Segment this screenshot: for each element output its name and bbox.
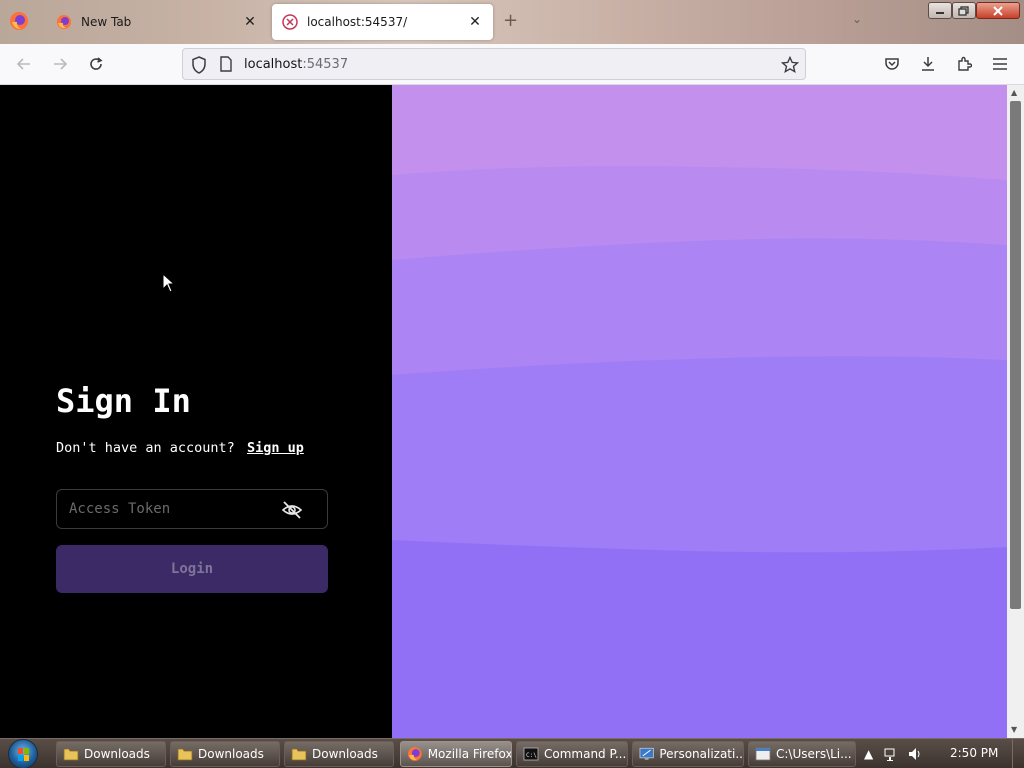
extensions-puzzle-icon[interactable]: [954, 54, 974, 74]
start-button[interactable]: [8, 739, 38, 768]
signup-link[interactable]: Sign up: [247, 440, 304, 456]
taskbar-item-label: Downloads: [198, 747, 264, 761]
page-info-icon[interactable]: [219, 56, 233, 72]
page-title: Sign In: [56, 382, 191, 420]
login-button[interactable]: Login: [56, 545, 328, 593]
windows-logo-icon: [18, 748, 29, 761]
hamburger-menu-icon[interactable]: [990, 54, 1010, 74]
access-token-field: [56, 489, 328, 529]
page-scrollbar[interactable]: ▲ ▼: [1007, 85, 1024, 738]
scroll-up-arrow-icon[interactable]: ▲: [1011, 88, 1017, 97]
volume-icon[interactable]: [907, 746, 923, 762]
firefox-icon: [57, 15, 71, 29]
firefox-icon: [407, 747, 422, 761]
tab-localhost[interactable]: localhost:54537/ ✕: [272, 4, 493, 40]
url-port: :54537: [302, 57, 349, 72]
tray-expand-icon[interactable]: ▲: [864, 747, 873, 761]
close-icon[interactable]: ✕: [240, 12, 260, 32]
download-icon[interactable]: [918, 54, 938, 74]
window-icon: [755, 747, 771, 761]
taskbar-item-label: Command P...: [544, 747, 627, 761]
forward-arrow-icon[interactable]: [50, 54, 70, 74]
taskbar-item[interactable]: Downloads: [170, 741, 280, 767]
folder-icon: [63, 748, 79, 761]
signup-prompt: Don't have an account? Sign up: [56, 440, 304, 456]
taskbar-item-label: C:\Users\Li...: [776, 747, 852, 761]
folder-icon: [291, 748, 307, 761]
access-token-input[interactable]: [57, 490, 277, 528]
wave-background: [392, 85, 1007, 738]
tab-title: New Tab: [81, 15, 132, 29]
taskbar-item[interactable]: Downloads: [56, 741, 166, 767]
svg-text:C:\: C:\: [526, 752, 537, 759]
show-desktop-button[interactable]: [1012, 739, 1024, 768]
folder-icon: [177, 748, 193, 761]
taskbar-clock[interactable]: 2:50 PM: [950, 746, 998, 760]
scrollbar-thumb[interactable]: [1010, 101, 1021, 609]
signup-prompt-text: Don't have an account?: [56, 440, 235, 456]
mouse-cursor-icon: [162, 273, 176, 293]
back-arrow-icon[interactable]: [14, 54, 34, 74]
bookmark-star-icon[interactable]: [781, 56, 799, 74]
url-text: localhost:54537: [244, 57, 348, 72]
taskbar-item[interactable]: C:\ Command P...: [516, 741, 628, 767]
taskbar-item[interactable]: Mozilla Firefox: [400, 741, 512, 767]
pocket-icon[interactable]: [882, 54, 902, 74]
network-icon[interactable]: [883, 746, 899, 762]
taskbar-item[interactable]: Personalizati...: [632, 741, 744, 767]
cmd-icon: C:\: [523, 747, 539, 761]
system-tray: ▲: [864, 739, 923, 768]
scroll-down-arrow-icon[interactable]: ▼: [1011, 725, 1017, 734]
restore-window-button[interactable]: [952, 2, 976, 19]
site-favicon-icon: [282, 14, 298, 30]
firefox-view-icon[interactable]: [8, 10, 30, 32]
close-icon[interactable]: ✕: [465, 12, 485, 32]
taskbar-item[interactable]: Downloads: [284, 741, 394, 767]
url-bar[interactable]: localhost:54537: [182, 48, 806, 80]
restore-icon: [958, 5, 969, 16]
tab-title: localhost:54537/: [307, 15, 408, 29]
taskbar-item-label: Mozilla Firefox: [427, 747, 511, 761]
reload-icon[interactable]: [86, 54, 106, 74]
os-taskbar: Downloads Downloads Downloads Mozilla Firef…: [0, 738, 1024, 768]
taskbar-item-label: Downloads: [84, 747, 150, 761]
minimize-window-button[interactable]: [928, 2, 952, 19]
new-tab-plus-icon[interactable]: +: [503, 12, 518, 30]
eye-off-icon[interactable]: [281, 499, 303, 521]
browser-tab-bar: New Tab ✕ localhost:54537/ ✕ + ⌄: [0, 0, 1024, 44]
close-icon: [993, 5, 1003, 16]
decorative-wave-panel: [392, 85, 1007, 738]
personalization-icon: [639, 747, 654, 760]
taskbar-item-label: Personalizati...: [659, 747, 743, 761]
tracking-protection-shield-icon[interactable]: [191, 56, 207, 74]
taskbar-item-label: Downloads: [312, 747, 378, 761]
minimize-icon: [936, 11, 944, 14]
url-host: localhost: [244, 57, 303, 72]
taskbar-item[interactable]: C:\Users\Li...: [748, 741, 856, 767]
tab-new-tab[interactable]: New Tab ✕: [46, 4, 268, 40]
browser-nav-bar: localhost:54537: [0, 44, 1024, 85]
page-viewport: Sign In Don't have an account? Sign up L…: [0, 85, 1024, 738]
close-window-button[interactable]: [976, 2, 1020, 19]
signin-panel: Sign In Don't have an account? Sign up L…: [0, 85, 392, 738]
chevron-down-icon[interactable]: ⌄: [852, 12, 862, 26]
